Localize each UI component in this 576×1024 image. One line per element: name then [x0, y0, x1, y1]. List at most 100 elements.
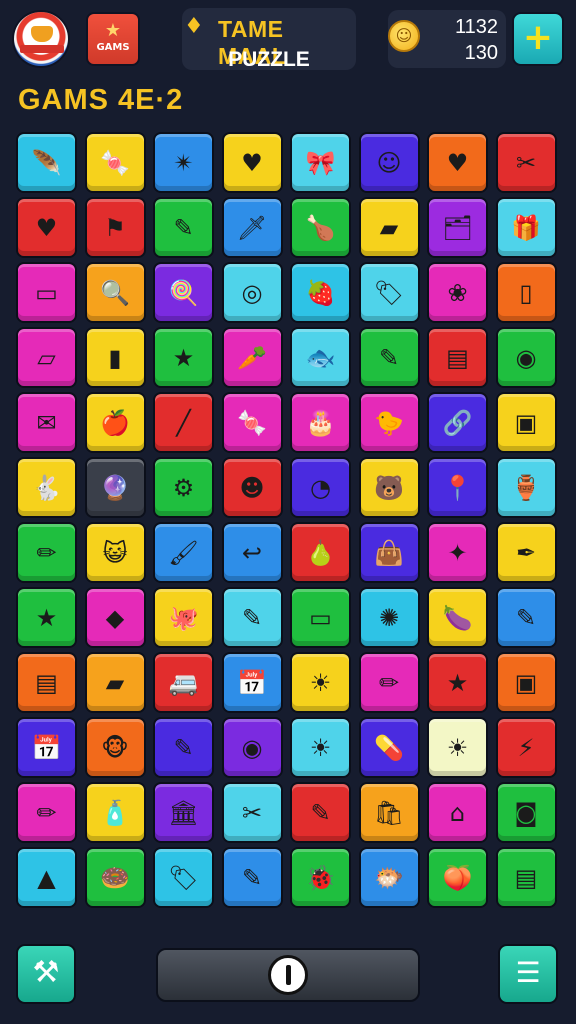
- tile[interactable]: ✎: [221, 587, 283, 648]
- tile[interactable]: ✺: [358, 587, 420, 648]
- tile[interactable]: ☺: [358, 132, 420, 193]
- tile[interactable]: 🐵: [84, 717, 146, 778]
- tile[interactable]: 👜: [358, 522, 420, 583]
- tile[interactable]: 🍎: [84, 392, 146, 453]
- tile[interactable]: ✴: [153, 132, 214, 193]
- tile[interactable]: 💊: [358, 717, 420, 778]
- tile[interactable]: ╱: [153, 392, 214, 453]
- tile[interactable]: ▤: [495, 847, 557, 908]
- tile[interactable]: 🔗: [427, 392, 488, 453]
- tile[interactable]: ⚑: [84, 197, 146, 258]
- tile[interactable]: ✉: [16, 392, 77, 453]
- tile[interactable]: ♥: [221, 132, 283, 193]
- tile[interactable]: 🔮: [84, 457, 146, 518]
- tile[interactable]: ◔: [290, 457, 351, 518]
- tile[interactable]: ✦: [427, 522, 488, 583]
- tile[interactable]: 🏛: [153, 782, 214, 843]
- tile[interactable]: 🐤: [358, 392, 420, 453]
- tile[interactable]: ▭: [290, 587, 351, 648]
- hammer-button[interactable]: ⚒: [16, 944, 76, 1004]
- tile[interactable]: ☀: [427, 717, 488, 778]
- tile[interactable]: 🐡: [358, 847, 420, 908]
- tile[interactable]: ▮: [84, 327, 146, 388]
- tile[interactable]: 🎀: [290, 132, 351, 193]
- tile[interactable]: ▤: [427, 327, 488, 388]
- tile[interactable]: ✎: [290, 782, 351, 843]
- tile[interactable]: ☻: [221, 457, 283, 518]
- tile[interactable]: ⌂: [427, 782, 488, 843]
- tile[interactable]: 🍆: [427, 587, 488, 648]
- menu-button[interactable]: ☰: [498, 944, 558, 1004]
- tile[interactable]: 🏷: [358, 262, 420, 323]
- tile[interactable]: ★: [153, 327, 214, 388]
- tile[interactable]: ▭: [16, 262, 77, 323]
- tile[interactable]: 🐞: [290, 847, 351, 908]
- tile[interactable]: ⚡: [495, 717, 557, 778]
- tile[interactable]: 🔍: [84, 262, 146, 323]
- tile[interactable]: 🖌: [153, 522, 214, 583]
- tile[interactable]: ☀: [290, 652, 351, 713]
- tile[interactable]: ★: [427, 652, 488, 713]
- tile[interactable]: ◆: [84, 587, 146, 648]
- tile[interactable]: 📅: [221, 652, 283, 713]
- tile[interactable]: ✏: [16, 782, 77, 843]
- tile[interactable]: 🐻: [358, 457, 420, 518]
- tile[interactable]: ◉: [221, 717, 283, 778]
- tile[interactable]: ✎: [358, 327, 420, 388]
- tile[interactable]: 🧴: [84, 782, 146, 843]
- tile[interactable]: ✎: [221, 847, 283, 908]
- tile[interactable]: 🏺: [495, 457, 557, 518]
- tile[interactable]: 🏷: [153, 847, 214, 908]
- tile[interactable]: 🪶: [16, 132, 77, 193]
- tile[interactable]: ✎: [153, 197, 214, 258]
- tile[interactable]: 🎂: [290, 392, 351, 453]
- tile[interactable]: 🥕: [221, 327, 283, 388]
- tile[interactable]: ▣: [495, 392, 557, 453]
- power-bar-button[interactable]: [156, 948, 420, 1002]
- tile[interactable]: 🎁: [495, 197, 557, 258]
- tile[interactable]: 🚐: [153, 652, 214, 713]
- tile[interactable]: 🐇: [16, 457, 77, 518]
- tile[interactable]: 🍑: [427, 847, 488, 908]
- tile[interactable]: ❀: [427, 262, 488, 323]
- tile[interactable]: ▲: [16, 847, 77, 908]
- tile[interactable]: ♥: [427, 132, 488, 193]
- tile[interactable]: ★: [16, 587, 77, 648]
- tile[interactable]: ▰: [358, 197, 420, 258]
- tile[interactable]: ✂: [495, 132, 557, 193]
- tile[interactable]: 🍗: [290, 197, 351, 258]
- tile[interactable]: 🍬: [221, 392, 283, 453]
- tile[interactable]: ▤: [16, 652, 77, 713]
- tile[interactable]: 🗂: [427, 197, 488, 258]
- tile[interactable]: ◉: [495, 327, 557, 388]
- tile[interactable]: ✒: [495, 522, 557, 583]
- tile[interactable]: ✏: [358, 652, 420, 713]
- tile[interactable]: ▯: [495, 262, 557, 323]
- tile[interactable]: 🍭: [153, 262, 214, 323]
- add-coins-button[interactable]: +: [512, 12, 564, 66]
- tile[interactable]: 🐙: [153, 587, 214, 648]
- tile[interactable]: ✂: [221, 782, 283, 843]
- tile[interactable]: ☀: [290, 717, 351, 778]
- tile[interactable]: 😺: [84, 522, 146, 583]
- tile[interactable]: ✏: [16, 522, 77, 583]
- tile[interactable]: 🍬: [84, 132, 146, 193]
- tile[interactable]: ⚙: [153, 457, 214, 518]
- tile[interactable]: 📍: [427, 457, 488, 518]
- tile[interactable]: 🍐: [290, 522, 351, 583]
- tile[interactable]: ▰: [84, 652, 146, 713]
- tile[interactable]: 🍓: [290, 262, 351, 323]
- tile[interactable]: 🐟: [290, 327, 351, 388]
- tile[interactable]: 🍩: [84, 847, 146, 908]
- tile[interactable]: ◙: [495, 782, 557, 843]
- tile[interactable]: 🗡: [221, 197, 283, 258]
- tile[interactable]: ▱: [16, 327, 77, 388]
- game-icon-button[interactable]: ★ GAMS: [86, 12, 140, 66]
- tile[interactable]: 🛍: [358, 782, 420, 843]
- tile[interactable]: ▣: [495, 652, 557, 713]
- tile[interactable]: ↩: [221, 522, 283, 583]
- tile[interactable]: ♥: [16, 197, 77, 258]
- tile[interactable]: ✎: [153, 717, 214, 778]
- tile[interactable]: 📅: [16, 717, 77, 778]
- tile[interactable]: ◎: [221, 262, 283, 323]
